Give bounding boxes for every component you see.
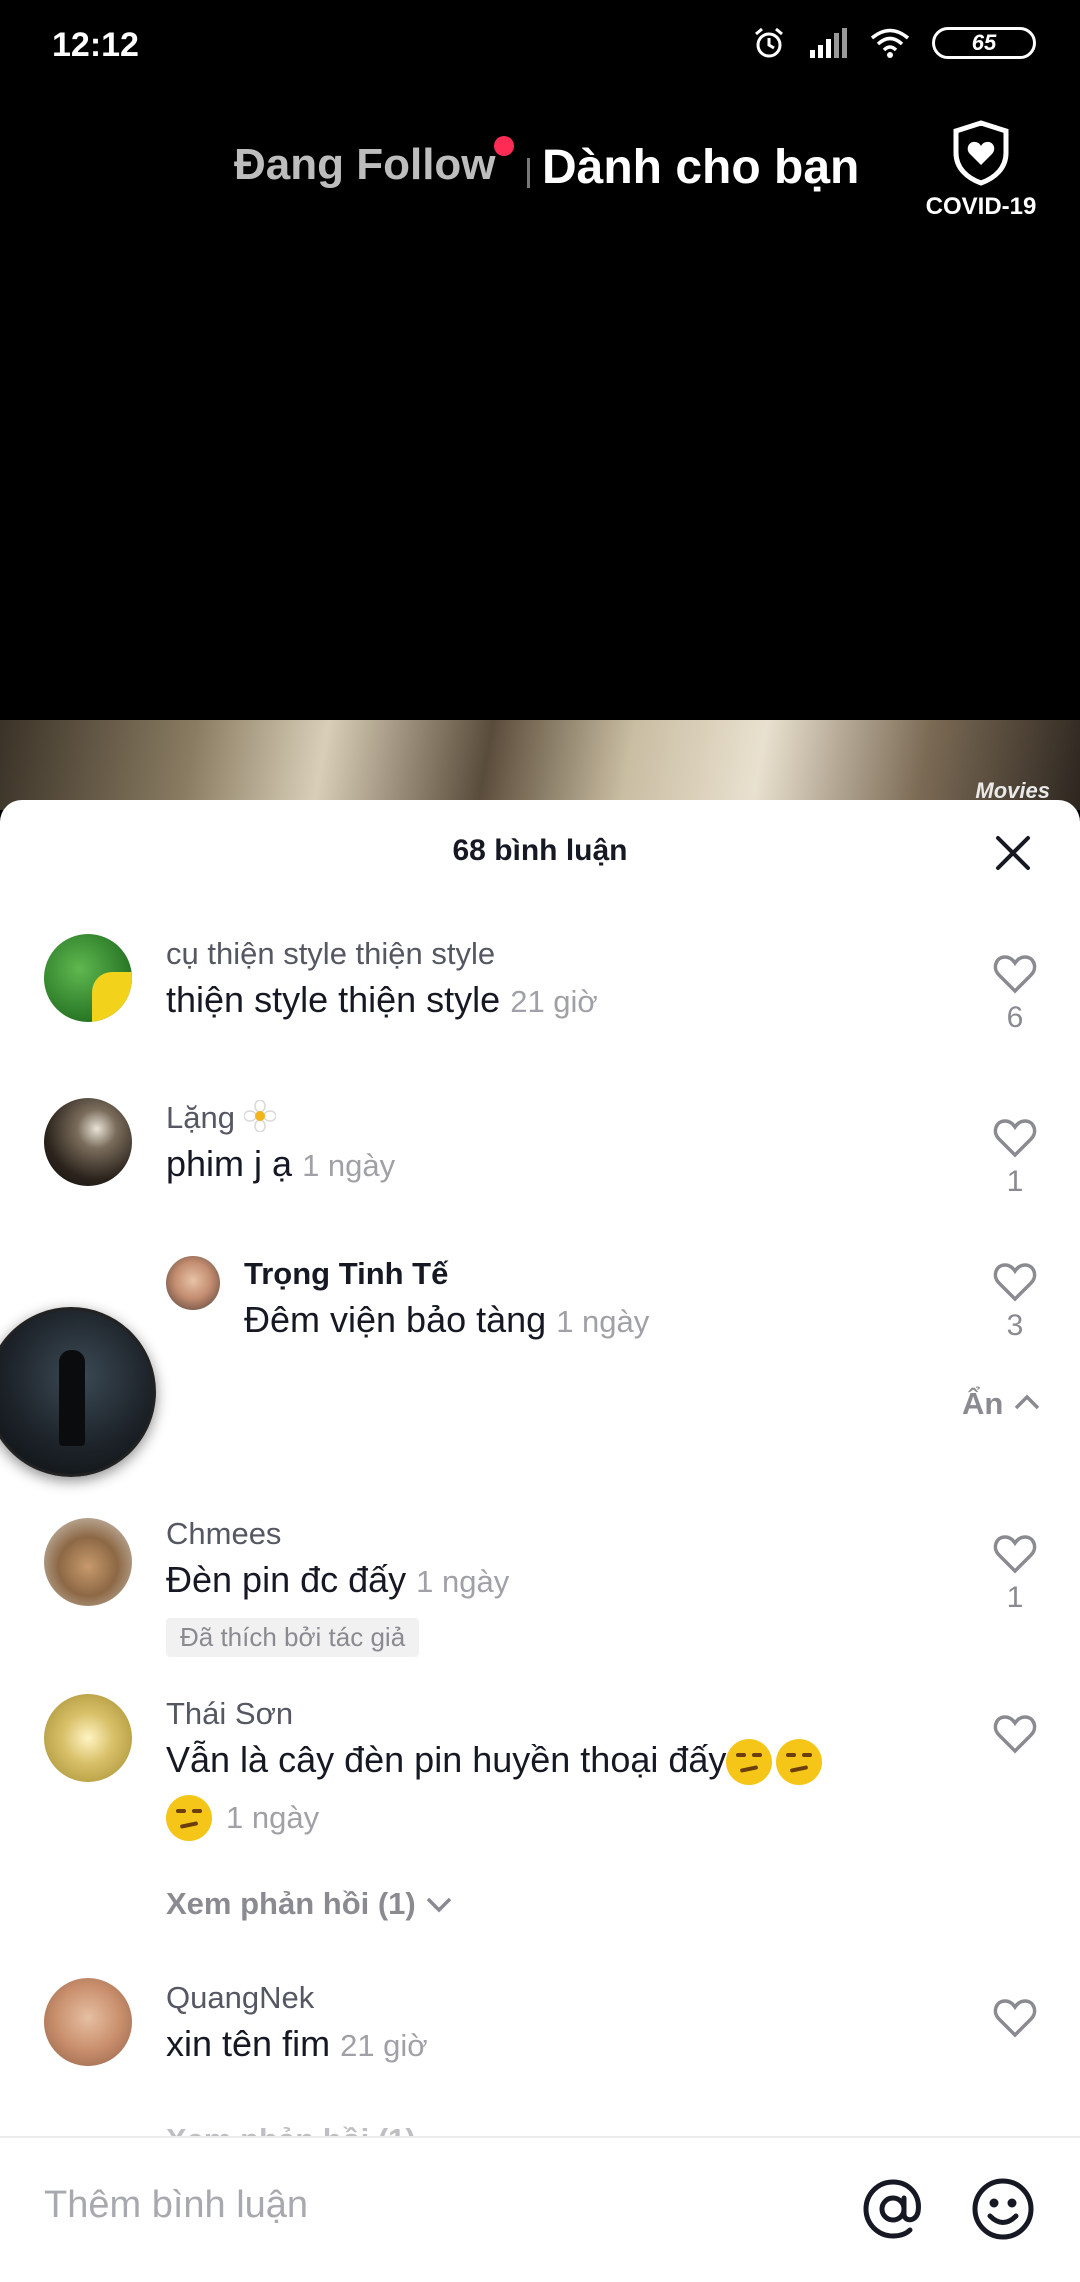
like-button[interactable] bbox=[990, 1714, 1040, 1759]
shield-heart-icon bbox=[953, 120, 1009, 186]
like-count: 3 bbox=[1006, 1309, 1024, 1342]
covid-button[interactable]: COVID-19 bbox=[918, 120, 1044, 221]
heart-icon bbox=[993, 1263, 1037, 1302]
comment-time: 21 giờ bbox=[510, 984, 598, 1019]
comment-text: thiện style thiện style 21 giờ bbox=[166, 972, 598, 1030]
comment-text: Vẫn là cây đèn pin huyền thoại đấy 1 ngà… bbox=[166, 1732, 926, 1846]
notification-dot bbox=[494, 136, 514, 156]
comment-author[interactable]: Chmees bbox=[166, 1516, 281, 1552]
comments-count-title: 68 bình luận bbox=[452, 834, 628, 867]
comment-author-name: Lặng bbox=[166, 1100, 235, 1135]
comment-text: Đèn pin đc đấy 1 ngày bbox=[166, 1552, 509, 1610]
like-button[interactable] bbox=[990, 1998, 1040, 2043]
comment-body: phim j ạ bbox=[166, 1143, 293, 1184]
wifi-icon bbox=[870, 28, 910, 58]
tab-for-you[interactable]: Dành cho bạn bbox=[542, 140, 859, 195]
comment-body: Vẫn là cây đèn pin huyền thoại đấy bbox=[166, 1739, 727, 1780]
comment-body: xin tên fim bbox=[166, 2023, 331, 2064]
mention-icon[interactable] bbox=[860, 2176, 926, 2242]
comments-sheet: 68 bình luận cụ thiện style thiện style … bbox=[0, 800, 1080, 2280]
battery-level: 65 bbox=[971, 30, 997, 55]
comment-input-bar: Thêm bình luận bbox=[0, 2136, 1080, 2282]
tab-following[interactable]: Đang Follow bbox=[234, 140, 496, 190]
avatar[interactable] bbox=[44, 1098, 132, 1186]
comment-time: 1 ngày bbox=[416, 1564, 510, 1599]
like-button[interactable]: 3 bbox=[990, 1262, 1040, 1343]
heart-icon bbox=[993, 1535, 1037, 1574]
comment-text: phim j ạ 1 ngày bbox=[166, 1136, 395, 1194]
comment-author[interactable]: Lặng bbox=[166, 1099, 277, 1136]
emoji-icon[interactable] bbox=[970, 2176, 1036, 2242]
heart-icon bbox=[993, 1999, 1037, 2038]
close-icon[interactable] bbox=[990, 830, 1036, 876]
view-replies-button[interactable]: Xem phản hồi (1) bbox=[166, 1886, 454, 1922]
avatar[interactable] bbox=[166, 1256, 220, 1310]
battery-indicator: 65 bbox=[932, 27, 1036, 59]
liked-by-creator-badge: Đã thích bởi tác giả bbox=[166, 1618, 420, 1657]
comment-time: 1 ngày bbox=[556, 1304, 650, 1339]
smirk-emoji-icon bbox=[166, 1795, 212, 1842]
comment-time: 21 giờ bbox=[340, 2028, 428, 2063]
comment-body: Đêm viện bảo tàng bbox=[244, 1299, 547, 1340]
avatar[interactable] bbox=[44, 1978, 132, 2066]
view-replies-label: Xem phản hồi (1) bbox=[166, 1886, 416, 1921]
status-icons: 65 bbox=[752, 26, 1036, 60]
hide-replies-button[interactable]: Ẩn bbox=[962, 1386, 1042, 1422]
comment-body: Đèn pin đc đấy bbox=[166, 1559, 407, 1600]
like-count: 6 bbox=[1006, 1001, 1024, 1034]
comment-body: thiện style thiện style bbox=[166, 979, 501, 1020]
heart-icon bbox=[993, 1119, 1037, 1158]
flower-icon bbox=[242, 1099, 277, 1133]
video-frame[interactable]: Movies bbox=[0, 720, 1080, 810]
like-count: 1 bbox=[1006, 1165, 1024, 1198]
avatar[interactable] bbox=[44, 1518, 132, 1606]
comment-author[interactable]: QuangNek bbox=[166, 1980, 314, 2016]
like-count: 1 bbox=[1006, 1581, 1024, 1614]
comment-text: xin tên fim 21 giờ bbox=[166, 2016, 428, 2074]
signal-icon bbox=[810, 28, 847, 58]
chevron-down-icon bbox=[427, 1897, 452, 1913]
top-nav: Đang Follow Dành cho bạn COVID-19 bbox=[0, 120, 1080, 220]
heart-icon bbox=[993, 1715, 1037, 1754]
like-button[interactable]: 1 bbox=[990, 1118, 1040, 1199]
comment-author[interactable]: Trọng Tinh Tế bbox=[244, 1256, 448, 1292]
chevron-up-icon bbox=[1014, 1394, 1040, 1410]
comment-time: 1 ngày bbox=[226, 1800, 320, 1835]
comment-author[interactable]: cụ thiện style thiện style bbox=[166, 936, 495, 972]
comment-input[interactable]: Thêm bình luận bbox=[44, 2184, 308, 2227]
avatar[interactable] bbox=[44, 1694, 132, 1782]
comment-time: 1 ngày bbox=[302, 1148, 396, 1183]
comment-text: Đêm viện bảo tàng 1 ngày bbox=[244, 1292, 649, 1350]
alarm-icon bbox=[755, 27, 783, 58]
avatar[interactable] bbox=[44, 934, 132, 1022]
status-bar: 12:12 65 bbox=[0, 0, 1080, 96]
tab-divider bbox=[527, 158, 530, 188]
smirk-emoji-icon bbox=[726, 1739, 773, 1786]
heart-icon bbox=[993, 955, 1037, 994]
covid-label: COVID-19 bbox=[925, 193, 1037, 220]
hide-label: Ẩn bbox=[962, 1386, 1004, 1421]
smirk-emoji-icon bbox=[776, 1739, 823, 1786]
like-button[interactable]: 6 bbox=[990, 954, 1040, 1035]
status-time: 12:12 bbox=[52, 26, 139, 64]
comment-author[interactable]: Thái Sơn bbox=[166, 1696, 293, 1732]
like-button[interactable]: 1 bbox=[990, 1534, 1040, 1615]
